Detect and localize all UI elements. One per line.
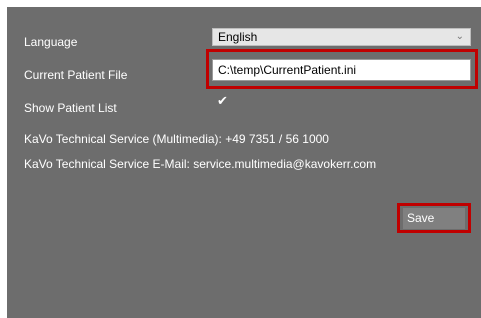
chevron-down-icon[interactable]: ⌄ [456,29,464,45]
language-value: English [218,30,258,44]
service-email-text: KaVo Technical Service E-Mail: service.m… [24,157,377,171]
save-button[interactable]: Save [403,208,465,229]
show-patient-list-checkbox[interactable]: ✔ [216,94,229,107]
show-patient-list-label: Show Patient List [24,101,117,115]
settings-panel: Language English ⌄ Current Patient File … [7,7,481,318]
language-label: Language [24,35,78,49]
language-select[interactable]: English ⌄ [212,28,471,46]
patient-file-label: Current Patient File [24,68,128,82]
service-phone-text: KaVo Technical Service (Multimedia): +49… [24,132,329,146]
patient-file-input[interactable]: C:\temp\CurrentPatient.ini [212,59,471,81]
